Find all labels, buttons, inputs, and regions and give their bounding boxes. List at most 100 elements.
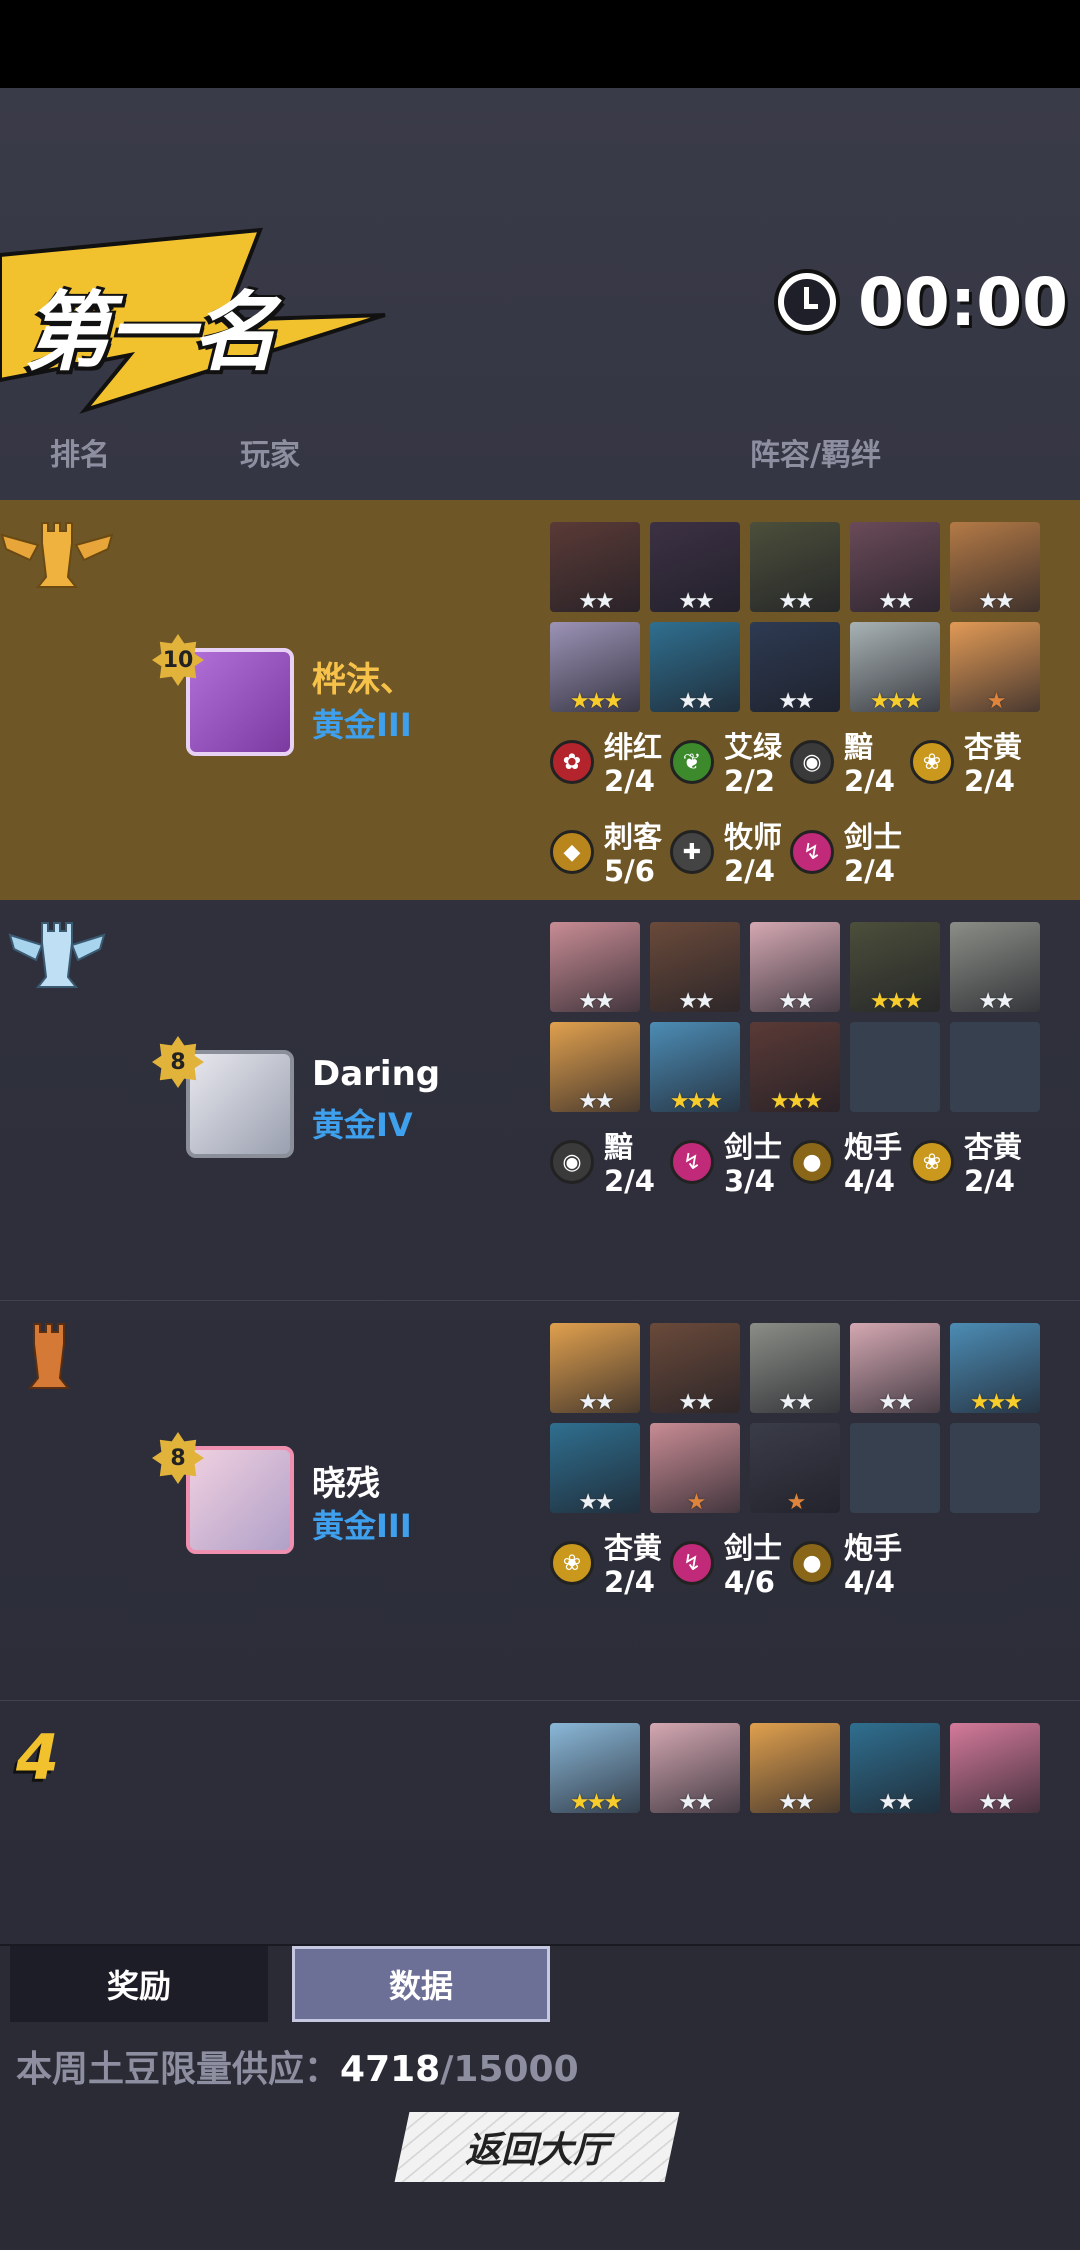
unit-portrait[interactable]: ★★ (750, 522, 840, 612)
unit-portrait[interactable]: ★★ (750, 1723, 840, 1813)
unit-portrait[interactable]: ★★ (950, 922, 1040, 1012)
bottom-tabs: 奖励 数据 (10, 1946, 550, 2024)
supply-max: /15000 (440, 2049, 579, 2090)
star-rating: ★ (686, 1490, 707, 1514)
synergy-name: 杏黄 (964, 730, 1023, 764)
synergy-item[interactable]: ❀ 杏黄 2/4 (910, 1130, 1022, 1198)
star-rating: ★★★ (969, 1390, 1023, 1414)
unit-portrait[interactable]: ★★ (550, 1022, 640, 1112)
silver-winged-rook-icon (8, 922, 106, 988)
unit-portrait[interactable]: ★★★ (850, 622, 940, 712)
synergy-item[interactable]: ● 炮手 4/4 (790, 1130, 902, 1198)
star-rating: ★★ (678, 589, 714, 613)
synergy-item[interactable]: ↯ 剑士 2/4 (790, 820, 902, 888)
star-rating: ★★ (578, 1490, 614, 1514)
bronze-rook-icon (27, 1323, 71, 1389)
avatar[interactable] (186, 1446, 294, 1554)
synergy-item[interactable]: ◆ 刺客 5/6 (550, 820, 662, 888)
unit-portrait[interactable]: ★★ (850, 1723, 940, 1813)
star-rating: ★★ (878, 1790, 914, 1814)
synergy-item[interactable]: ↯ 剑士 4/6 (670, 1531, 782, 1599)
synergy-name: 剑士 (724, 1130, 783, 1164)
gunner-icon: ● (790, 1541, 834, 1585)
unit-portrait[interactable]: ★★ (650, 522, 740, 612)
back-to-lobby-button[interactable]: 返回大厅 (394, 2112, 680, 2182)
synergy-name: 绯红 (604, 730, 663, 764)
synergy-item[interactable]: ✚ 牧师 2/4 (670, 820, 782, 888)
unit-portrait[interactable]: ★★ (550, 1423, 640, 1513)
synergy-name: 牧师 (724, 820, 783, 854)
player-tier: 黄金IV (312, 1106, 413, 1144)
header-rank: 排名 (50, 438, 110, 473)
dark-eye-icon: ◉ (550, 1140, 594, 1184)
synergy-item[interactable]: ❀ 杏黄 2/4 (910, 730, 1022, 798)
unit-portrait[interactable]: ★★ (850, 522, 940, 612)
unit-portrait[interactable]: ★★ (850, 1323, 940, 1413)
star-rating: ★★ (678, 689, 714, 713)
unit-portrait[interactable]: ★★★ (850, 922, 940, 1012)
crimson-rose-icon: ✿ (550, 740, 594, 784)
synergy-name: 杏黄 (964, 1130, 1023, 1164)
timer-text: 00:00 (858, 263, 1069, 341)
unit-portrait[interactable]: ★★ (650, 1323, 740, 1413)
unit-portrait[interactable]: ★★ (750, 622, 840, 712)
page-title: 第一名 (24, 283, 278, 383)
unit-portrait[interactable]: ★★ (750, 1323, 840, 1413)
empty-unit-slot (950, 1022, 1040, 1112)
unit-portrait[interactable]: ★★ (550, 522, 640, 612)
synergy-item[interactable]: ❦ 艾绿 2/2 (670, 730, 782, 798)
synergy-count: 4/6 (724, 1565, 775, 1599)
unit-grid: ★★ ★★ ★★ ★★★ ★★ ★★ ★★★ ★★★ (550, 922, 1050, 1122)
unit-portrait[interactable]: ★★ (650, 622, 740, 712)
synergy-name: 黯 (844, 730, 874, 764)
synergy-item[interactable]: ↯ 剑士 3/4 (670, 1130, 782, 1198)
player-tier: 黄金III (312, 706, 412, 744)
synergy-item[interactable]: ◉ 黯 2/4 (550, 1130, 655, 1198)
unit-portrait[interactable]: ★ (950, 622, 1040, 712)
synergy-count: 2/4 (604, 1565, 655, 1599)
star-rating: ★★★ (869, 689, 923, 713)
unit-portrait[interactable]: ★★★ (750, 1022, 840, 1112)
unit-portrait[interactable]: ★★★ (550, 622, 640, 712)
column-headers: 排名 玩家 阵容/羁绊 (0, 430, 1080, 474)
synergy-item[interactable]: ◉ 黯 2/4 (790, 730, 895, 798)
star-rating: ★★ (678, 1390, 714, 1414)
status-bar (0, 0, 1080, 88)
synergy-list: ◉ 黯 2/4 ↯ 剑士 3/4 ● 炮手 4/4 ❀ 杏黄 2/4 (550, 1130, 1050, 1230)
rank-row-3[interactable]: 8 晓残 黄金III ★★ ★★ ★★ ★★ ★★★ ★★ ★ ★ ❀ 杏黄 2/4 ↯ 剑士 4/6 ●… (0, 1300, 1080, 1701)
avatar[interactable] (186, 1050, 294, 1158)
unit-portrait[interactable]: ★★★ (650, 1022, 740, 1112)
gunner-icon: ● (790, 1140, 834, 1184)
synergy-list: ✿ 绯红 2/4 ❦ 艾绿 2/2 ◉ 黯 2/4 ❀ 杏黄 2/4 ◆ 刺客 5/6 ✚ 牧师 2/4 ↯ 剑士 2/… (550, 730, 1050, 900)
unit-portrait[interactable]: ★★ (550, 922, 640, 1012)
rank-row-4[interactable]: 4 ★★★ ★★ ★★ ★★ ★★ (0, 1700, 1080, 1945)
star-rating: ★★ (678, 1790, 714, 1814)
unit-portrait[interactable]: ★★★ (950, 1323, 1040, 1413)
rank-number: 4 (16, 1721, 60, 1794)
rank-row-2[interactable]: 8 Daring 黄金IV ★★ ★★ ★★ ★★★ ★★ ★★ ★★★ ★★★ ◉ 黯 2/4 ↯… (0, 900, 1080, 1300)
synergy-item[interactable]: ❀ 杏黄 2/4 (550, 1531, 662, 1599)
unit-portrait[interactable]: ★★ (950, 1723, 1040, 1813)
tab-data[interactable]: 数据 (292, 1946, 550, 2022)
unit-portrait[interactable]: ★★★ (550, 1723, 640, 1813)
swordsman-icon: ↯ (670, 1541, 714, 1585)
unit-portrait[interactable]: ★ (650, 1423, 740, 1513)
synergy-list: ❀ 杏黄 2/4 ↯ 剑士 4/6 ● 炮手 4/4 (550, 1531, 1050, 1631)
synergy-name: 杏黄 (604, 1531, 663, 1565)
star-rating: ★★ (778, 1390, 814, 1414)
synergy-count: 2/4 (844, 764, 895, 798)
tab-reward[interactable]: 奖励 (10, 1946, 268, 2022)
rank-row-1[interactable]: 10 桦沫、 黄金III ★★ ★★ ★★ ★★ ★★ ★★★ ★★ ★★ ★★★ ★ ✿ 绯红 2/… (0, 500, 1080, 900)
unit-portrait[interactable]: ★★ (550, 1323, 640, 1413)
unit-portrait[interactable]: ★★ (750, 922, 840, 1012)
unit-portrait[interactable]: ★★ (650, 1723, 740, 1813)
synergy-item[interactable]: ✿ 绯红 2/4 (550, 730, 662, 798)
unit-portrait[interactable]: ★ (750, 1423, 840, 1513)
unit-grid: ★★ ★★ ★★ ★★ ★★★ ★★ ★ ★ (550, 1323, 1050, 1523)
dark-eye-icon: ◉ (790, 740, 834, 784)
avatar[interactable] (186, 648, 294, 756)
unit-portrait[interactable]: ★★ (950, 522, 1040, 612)
synergy-item[interactable]: ● 炮手 4/4 (790, 1531, 902, 1599)
unit-portrait[interactable]: ★★ (650, 922, 740, 1012)
unit-grid: ★★★ ★★ ★★ ★★ ★★ (550, 1723, 1050, 1833)
